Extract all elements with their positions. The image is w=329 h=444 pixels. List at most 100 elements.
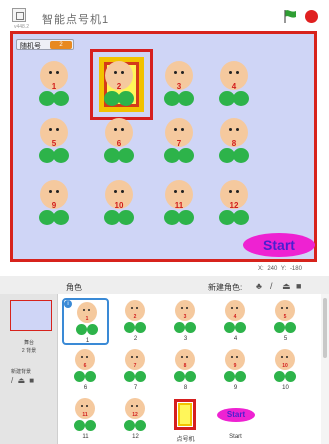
eye-left	[181, 307, 183, 309]
sprite-header: 角色 新建角色: ♣ / ⏏ ■	[58, 278, 321, 294]
hand-right	[178, 91, 194, 106]
hand-left	[124, 420, 135, 431]
face-number: 9	[51, 201, 57, 210]
x-value: 240	[267, 266, 278, 272]
eye-right	[86, 405, 88, 407]
sprite-list-scrollbar[interactable]	[321, 294, 329, 444]
eye-right	[286, 307, 288, 309]
fullscreen-icon[interactable]	[12, 8, 26, 22]
paint-icon[interactable]: /	[270, 281, 273, 291]
face-number: 7	[133, 363, 137, 369]
hand-right	[135, 371, 146, 382]
eye-left	[174, 71, 177, 74]
new-sprite-label: 新建角色:	[208, 283, 243, 292]
hand-left	[274, 371, 285, 382]
eye-left	[281, 307, 283, 309]
sprite-tile-1[interactable]: 1 1 i	[62, 298, 109, 345]
camera-icon[interactable]: ■	[29, 376, 35, 385]
eye-right	[186, 356, 188, 358]
hand-left	[274, 322, 285, 333]
eye-left	[281, 356, 283, 358]
paint-icon[interactable]: /	[11, 376, 14, 385]
hand-right	[235, 371, 246, 382]
backdrop-icons: / ⏏ ■	[11, 376, 35, 385]
eye-right	[56, 128, 59, 131]
sprite-tile-5[interactable]: 55	[262, 298, 309, 345]
sprite-label: 7	[133, 385, 138, 391]
hand-left	[124, 371, 135, 382]
stage-label: 舞台	[23, 340, 34, 346]
face-number: 7	[176, 139, 182, 148]
sprite-label: Start	[229, 434, 242, 440]
eye-left	[131, 405, 133, 407]
hand-right	[135, 420, 146, 431]
eye-right	[136, 307, 138, 309]
hand-left	[74, 371, 85, 382]
upload-icon[interactable]: ⏏	[17, 376, 26, 385]
variable-label: 随机号	[20, 43, 41, 50]
eye-right	[181, 128, 184, 131]
stage-thumbnail[interactable]	[10, 300, 52, 331]
sprite-label: 12	[132, 434, 139, 440]
info-icon[interactable]: i	[64, 300, 72, 308]
eye-right	[86, 356, 88, 358]
y-label: Y:	[280, 266, 287, 272]
eye-left	[181, 356, 183, 358]
sprite-tile-8[interactable]: 88	[162, 347, 209, 394]
frame-thumb-gold	[178, 403, 192, 426]
sprite-tile-3[interactable]: 33	[162, 298, 209, 345]
hand-right	[185, 322, 196, 333]
eye-right	[56, 71, 59, 74]
face-number: 6	[116, 139, 122, 148]
face-number: 10	[114, 201, 124, 210]
eye-left	[81, 356, 83, 358]
face-number: 11	[82, 412, 88, 418]
sprite-tile-14[interactable]: Start Start	[212, 396, 259, 443]
sprite-tile-7[interactable]: 77	[112, 347, 159, 394]
eye-left	[229, 71, 232, 74]
eye-left	[114, 71, 117, 74]
hand-right	[285, 371, 296, 382]
hand-left	[224, 371, 235, 382]
eye-right	[88, 309, 90, 311]
sprites-title: 角色	[66, 283, 82, 292]
sprite-tile-10[interactable]: 10 10	[262, 347, 309, 394]
sprite-label: 1	[85, 338, 90, 344]
start-button[interactable]: Start	[243, 233, 315, 257]
face-number: 12	[132, 412, 138, 418]
hand-right	[285, 322, 296, 333]
hand-left	[76, 324, 87, 335]
face-number: 12	[229, 201, 239, 210]
face-number: 1	[51, 82, 57, 91]
green-flag-icon[interactable]	[283, 9, 297, 23]
sprite-tile-4[interactable]: 44	[212, 298, 259, 345]
eye-right	[56, 190, 59, 193]
face-number: 6	[83, 363, 87, 369]
sprite-label: 6	[83, 385, 88, 391]
sprite-label: 2	[133, 336, 138, 342]
sprite-tile-2[interactable]: 22	[112, 298, 159, 345]
variable-monitor[interactable]: 随机号 2	[16, 39, 74, 50]
face-number: 8	[183, 363, 187, 369]
hand-right	[53, 91, 69, 106]
camera-icon[interactable]: ■	[296, 281, 301, 291]
project-title[interactable]: 智能点号机1	[42, 11, 109, 27]
sprite-tile-11[interactable]: 11 11	[62, 396, 109, 443]
sprite-tile-12[interactable]: 12 12	[112, 396, 159, 443]
sprite-tile-6[interactable]: 66	[62, 347, 109, 394]
sprite-tile-13[interactable]: 点号机	[162, 396, 209, 443]
scrollbar-thumb[interactable]	[323, 298, 327, 358]
face-number: 1	[85, 316, 89, 322]
hand-right	[178, 148, 194, 163]
stage[interactable]: 随机号 2 1 2 3 4 5 6 7 8 9 10 11 12 Start	[10, 31, 317, 262]
eye-right	[186, 307, 188, 309]
sprite-costume-thumb: 4	[224, 300, 246, 334]
sprite-costume-thumb: 11	[74, 398, 96, 432]
sprite-tile-9[interactable]: 99	[212, 347, 259, 394]
stop-icon[interactable]	[305, 10, 318, 23]
upload-icon[interactable]: ⏏	[282, 281, 291, 292]
sprite-costume-thumb: 12	[124, 398, 146, 432]
character-icon[interactable]: ♣	[256, 281, 262, 291]
sprite-costume-thumb: 3	[174, 300, 196, 334]
sprite-costume-thumb: 2	[124, 300, 146, 334]
